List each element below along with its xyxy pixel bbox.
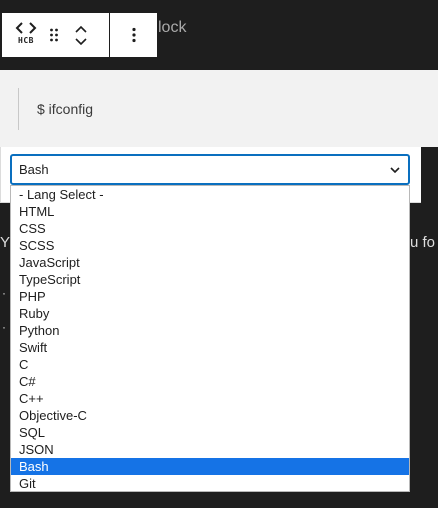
language-option[interactable]: Python: [11, 322, 409, 339]
language-option[interactable]: C++: [11, 390, 409, 407]
background-text-left: Y: [0, 234, 11, 251]
code-block[interactable]: $ ifconfig: [0, 70, 438, 147]
language-option[interactable]: TypeScript: [11, 271, 409, 288]
language-option[interactable]: Swift: [11, 339, 409, 356]
block-icon-label: HCB: [18, 36, 34, 45]
block-mover: [70, 25, 92, 46]
code-text: $ ifconfig: [37, 101, 94, 117]
language-select[interactable]: Bash: [10, 154, 410, 185]
language-options-list: - Lang Select - HTML CSS SCSS JavaScript Type…: [10, 185, 410, 492]
language-option[interactable]: SCSS: [11, 237, 409, 254]
block-title-peek: lock: [158, 19, 187, 36]
block-toolbar: HCB: [1, 12, 158, 58]
language-option[interactable]: CSS: [11, 220, 409, 237]
drag-handle[interactable]: [48, 27, 60, 43]
code-icon: [15, 22, 37, 34]
block-type-button[interactable]: HCB: [12, 20, 40, 50]
more-vertical-icon: [131, 27, 136, 43]
background-bullet: ·: [2, 320, 6, 334]
language-option[interactable]: HTML: [11, 203, 409, 220]
toolbar-options-group: [110, 13, 157, 57]
background-bullet: ·: [2, 286, 6, 300]
more-options-button[interactable]: [122, 23, 146, 47]
language-option[interactable]: C: [11, 356, 409, 373]
language-option[interactable]: JSON: [11, 441, 409, 458]
chevron-down-icon: [390, 166, 400, 173]
language-option[interactable]: C#: [11, 373, 409, 390]
background-text-right: u fo: [410, 234, 436, 251]
move-down-icon[interactable]: [74, 37, 88, 46]
language-select-value: Bash: [19, 162, 49, 177]
drag-handle-icon: [50, 28, 58, 42]
toolbar-main-group: HCB: [2, 13, 110, 57]
code-content[interactable]: $ ifconfig: [18, 88, 93, 130]
language-option[interactable]: PHP: [11, 288, 409, 305]
language-option[interactable]: Objective-C: [11, 407, 409, 424]
language-option[interactable]: - Lang Select -: [11, 186, 409, 203]
language-option[interactable]: Ruby: [11, 305, 409, 322]
language-option[interactable]: Bash: [11, 458, 409, 475]
language-option[interactable]: Git: [11, 475, 409, 492]
language-option[interactable]: SQL: [11, 424, 409, 441]
move-up-icon[interactable]: [74, 25, 88, 33]
language-option[interactable]: JavaScript: [11, 254, 409, 271]
